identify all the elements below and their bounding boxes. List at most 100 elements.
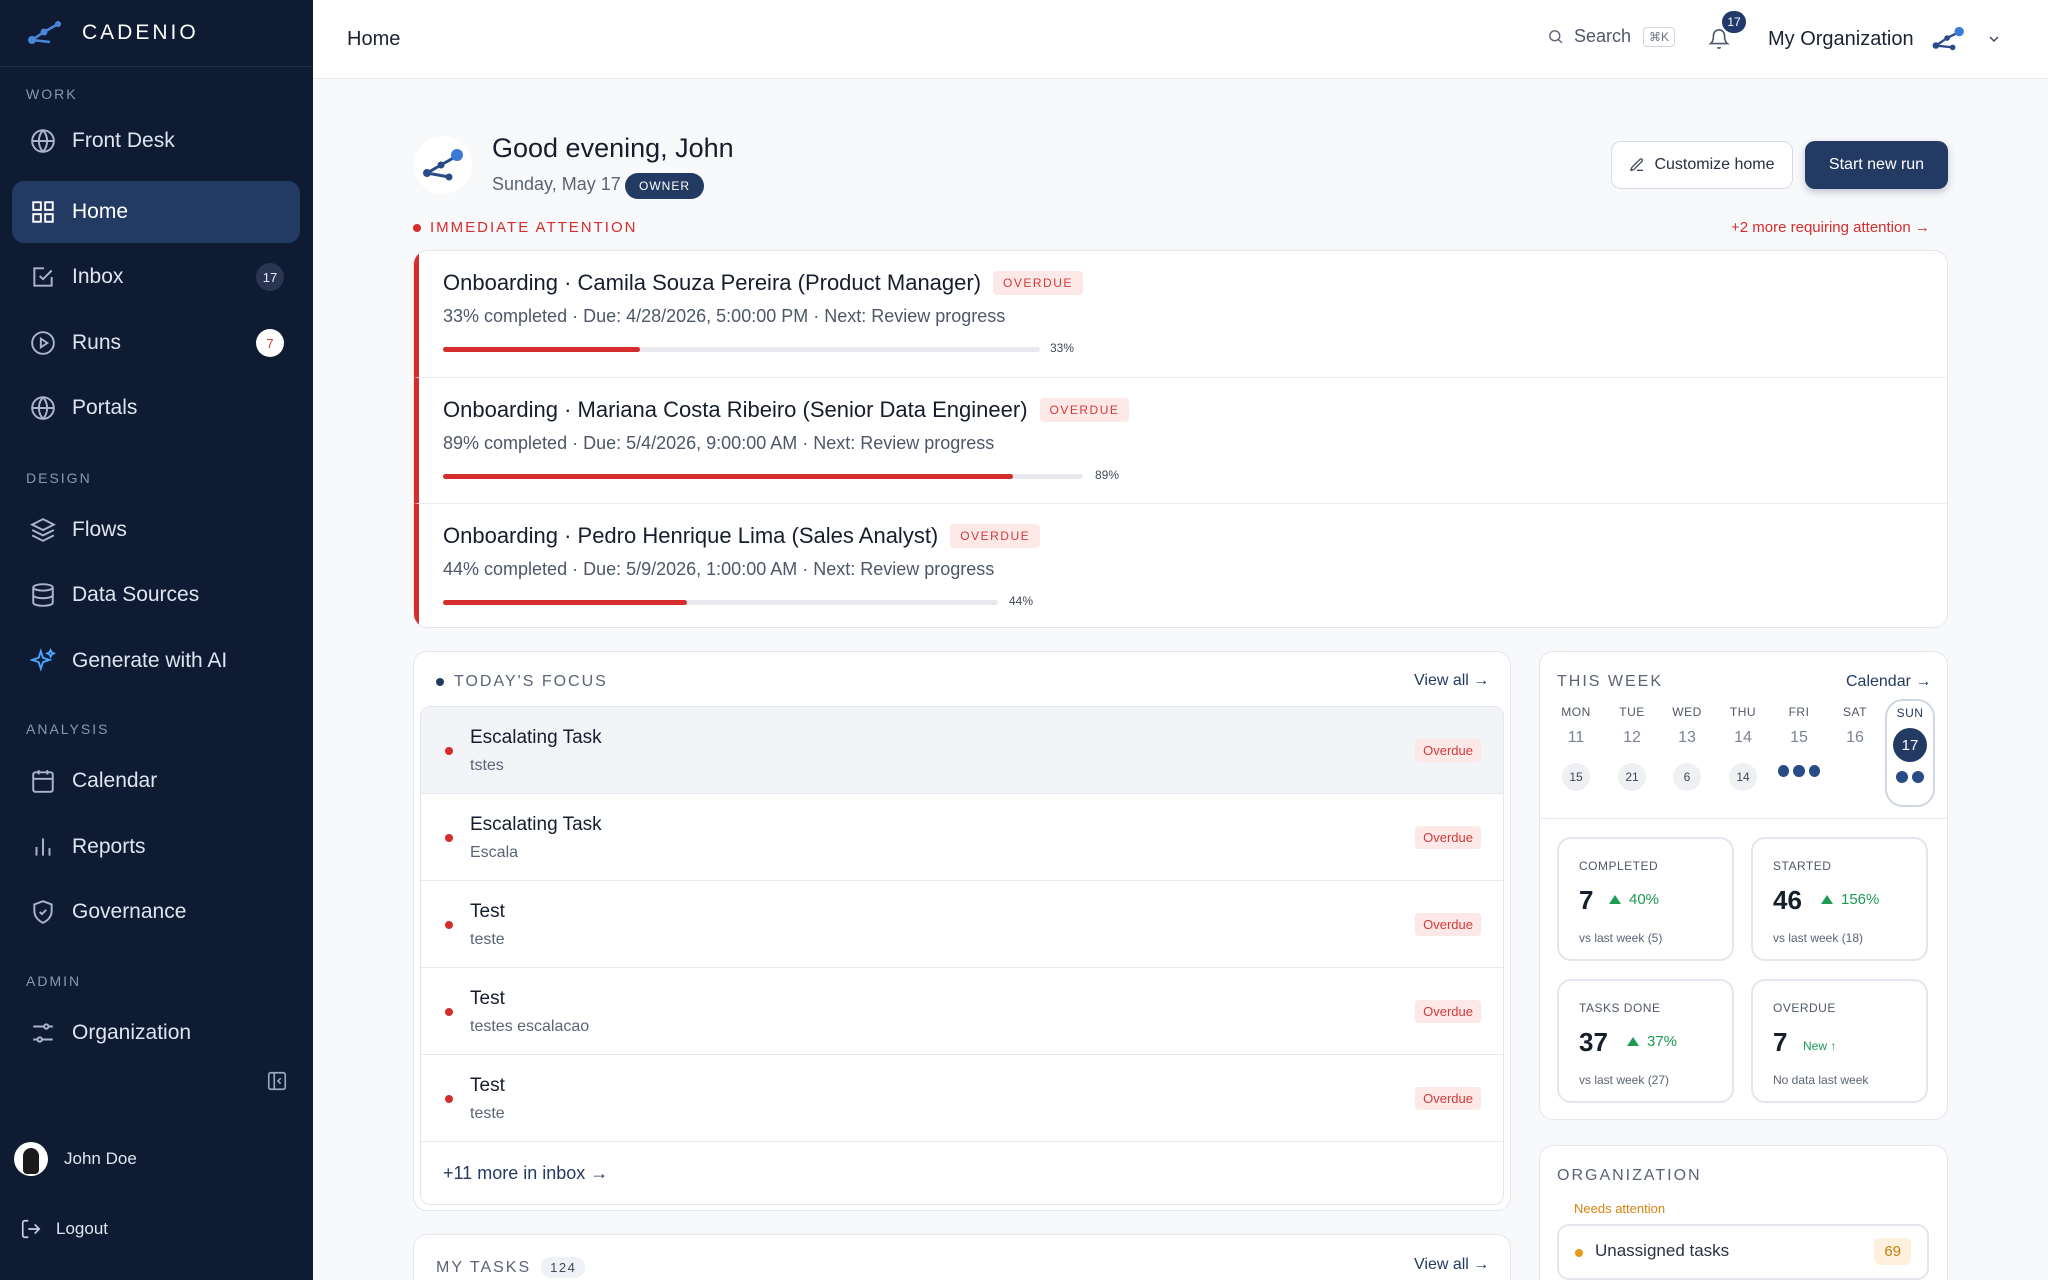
attention-item[interactable]: Onboarding · Mariana Costa Ribeiro (Seni… <box>414 377 1947 503</box>
day-date: 14 <box>1734 729 1752 746</box>
more-in-inbox-link[interactable]: +11 more in inbox → <box>421 1142 1503 1204</box>
day-column-wed[interactable]: WED 13 6 <box>1666 705 1708 791</box>
needs-attention-label: Needs attention <box>1574 1201 1666 1216</box>
sidebar-item-reports[interactable]: Reports <box>12 817 300 877</box>
greeting-date: Sunday, May 17 <box>492 174 621 194</box>
sparkles-icon <box>28 646 58 676</box>
focus-item-subtitle: teste <box>470 1105 505 1122</box>
day-column-thu[interactable]: THU 14 14 <box>1722 705 1764 791</box>
progress-bar <box>443 600 998 605</box>
attention-item-title: Onboarding · Camila Souza Pereira (Produ… <box>443 270 982 295</box>
sidebar-item-front-desk[interactable]: Front Desk <box>12 111 300 171</box>
stat-started[interactable]: STARTED 46 156% vs last week (18) <box>1751 837 1928 961</box>
stat-overdue[interactable]: OVERDUE 7 New ↑ No data last week <box>1751 979 1928 1103</box>
page-title: Home <box>347 28 401 50</box>
stat-value: 46 <box>1773 885 1802 915</box>
focus-item-title: Test <box>470 901 505 922</box>
attention-item[interactable]: Onboarding · Camila Souza Pereira (Produ… <box>414 251 1947 377</box>
day-column-fri[interactable]: FRI 15 <box>1778 705 1820 777</box>
org-switcher[interactable]: My Organization <box>1768 25 2002 53</box>
day-date: 13 <box>1678 729 1696 746</box>
day-column-sun-today[interactable]: SUN 17 <box>1885 699 1935 807</box>
immediate-attention-heading: IMMEDIATE ATTENTION <box>413 219 637 236</box>
sidebar-item-label: Front Desk <box>72 129 175 152</box>
day-count: 14 <box>1729 763 1757 791</box>
search-icon <box>1549 30 1563 44</box>
attention-item-detail: 44% completed · Due: 5/9/2026, 1:00:00 A… <box>443 559 995 579</box>
overdue-badge: Overdue <box>1415 913 1481 936</box>
day-name: MON <box>1561 705 1591 719</box>
org-avatar <box>414 136 472 194</box>
chevron-down-icon <box>1989 36 1999 42</box>
day-name: THU <box>1729 705 1757 719</box>
event-dot <box>1808 765 1820 777</box>
focus-item-title: Escalating Task <box>470 814 602 835</box>
sidebar-item-flows[interactable]: Flows <box>12 500 300 560</box>
sidebar-item-label: Calendar <box>72 769 158 792</box>
sidebar-item-data-sources[interactable]: Data Sources <box>12 565 300 625</box>
tasks-view-all-link[interactable]: View all → <box>1414 1256 1489 1274</box>
trend-up-icon <box>1821 895 1833 904</box>
focus-item-subtitle: teste <box>470 931 505 948</box>
organization-card: ORGANIZATION Needs attention Unassigned … <box>1539 1145 1948 1280</box>
sidebar-item-organization[interactable]: Organization <box>12 1003 300 1063</box>
day-column-tue[interactable]: TUE 12 21 <box>1611 705 1653 791</box>
day-name: WED <box>1672 705 1702 719</box>
day-column-mon[interactable]: MON 11 15 <box>1555 705 1597 791</box>
overdue-badge: Overdue <box>1415 739 1481 762</box>
tasks-count-badge: 124 <box>541 1257 586 1278</box>
trend-up-icon <box>1627 1037 1639 1046</box>
trend-indicator: New ↑ <box>1803 1039 1836 1053</box>
focus-item[interactable]: Test testes escalacao Overdue <box>421 968 1503 1055</box>
trend-value: 37% <box>1647 1033 1678 1050</box>
attention-item-title-row: Onboarding · Mariana Costa Ribeiro (Seni… <box>443 397 1130 423</box>
search-button[interactable]: Search ⌘K <box>1547 26 1676 47</box>
sidebar-item-calendar[interactable]: Calendar <box>12 751 300 811</box>
day-name: FRI <box>1788 705 1810 719</box>
section-label-admin: ADMIN <box>26 973 82 989</box>
stat-completed[interactable]: COMPLETED 7 40% vs last week (5) <box>1557 837 1734 961</box>
stat-label: OVERDUE <box>1773 1001 1836 1015</box>
more-attention-link[interactable]: +2 more requiring attention → <box>1731 219 1930 236</box>
sidebar-item-generate-with-ai[interactable]: Generate with AI <box>12 631 300 691</box>
focus-item[interactable]: Test teste Overdue <box>421 881 1503 968</box>
sidebar-item-runs[interactable]: Runs 7 <box>12 313 300 373</box>
day-column-sat[interactable]: SAT 16 <box>1834 705 1876 749</box>
customize-home-button[interactable]: Customize home <box>1611 141 1793 189</box>
event-dot <box>1896 771 1908 783</box>
sidebar-item-governance[interactable]: Governance <box>12 882 300 942</box>
progress-percent: 44% <box>1009 594 1034 608</box>
org-attention-item[interactable]: Unassigned tasks 69 <box>1557 1224 1929 1280</box>
sidebar-item-label: Inbox <box>72 265 124 288</box>
focus-item[interactable]: Escalating Task Escala Overdue <box>421 794 1503 881</box>
logout-button[interactable]: Logout <box>20 1218 108 1240</box>
overdue-badge: OVERDUE <box>993 271 1083 295</box>
database-icon <box>28 580 58 610</box>
focus-item[interactable]: Escalating Task tstes Overdue <box>421 707 1503 794</box>
overdue-badge: Overdue <box>1415 1000 1481 1023</box>
attention-item[interactable]: Onboarding · Pedro Henrique Lima (Sales … <box>414 503 1947 627</box>
sidebar-item-home[interactable]: Home <box>12 181 300 243</box>
sidebar-item-label: Data Sources <box>72 583 200 606</box>
overdue-badge: OVERDUE <box>1039 398 1130 422</box>
focus-view-all-link[interactable]: View all → <box>1414 672 1489 690</box>
sidebar-item-inbox[interactable]: Inbox 17 <box>12 247 300 307</box>
day-count: 15 <box>1562 763 1590 791</box>
sidebar-item-label: Reports <box>72 835 146 858</box>
organization-title: ORGANIZATION <box>1557 1167 1702 1184</box>
search-label: Search <box>1574 26 1632 46</box>
stat-comparison: No data last week <box>1773 1073 1869 1087</box>
event-dot <box>1778 765 1790 777</box>
pencil-icon <box>1630 158 1644 172</box>
attention-item-detail: 33% completed · Due: 4/28/2026, 5:00:00 … <box>443 306 1006 326</box>
brand[interactable]: CADENIO <box>0 0 313 67</box>
calendar-link[interactable]: Calendar → <box>1846 673 1931 691</box>
stat-tasks-done[interactable]: TASKS DONE 37 37% vs last week (27) <box>1557 979 1734 1103</box>
collapse-sidebar-icon[interactable] <box>266 1070 290 1094</box>
start-new-run-button[interactable]: Start new run <box>1805 141 1948 189</box>
day-date: 15 <box>1790 729 1808 746</box>
sidebar-item-portals[interactable]: Portals <box>12 378 300 438</box>
user-profile[interactable]: John Doe <box>14 1142 137 1176</box>
focus-item[interactable]: Test teste Overdue <box>421 1055 1503 1142</box>
stat-comparison: vs last week (27) <box>1579 1073 1670 1087</box>
